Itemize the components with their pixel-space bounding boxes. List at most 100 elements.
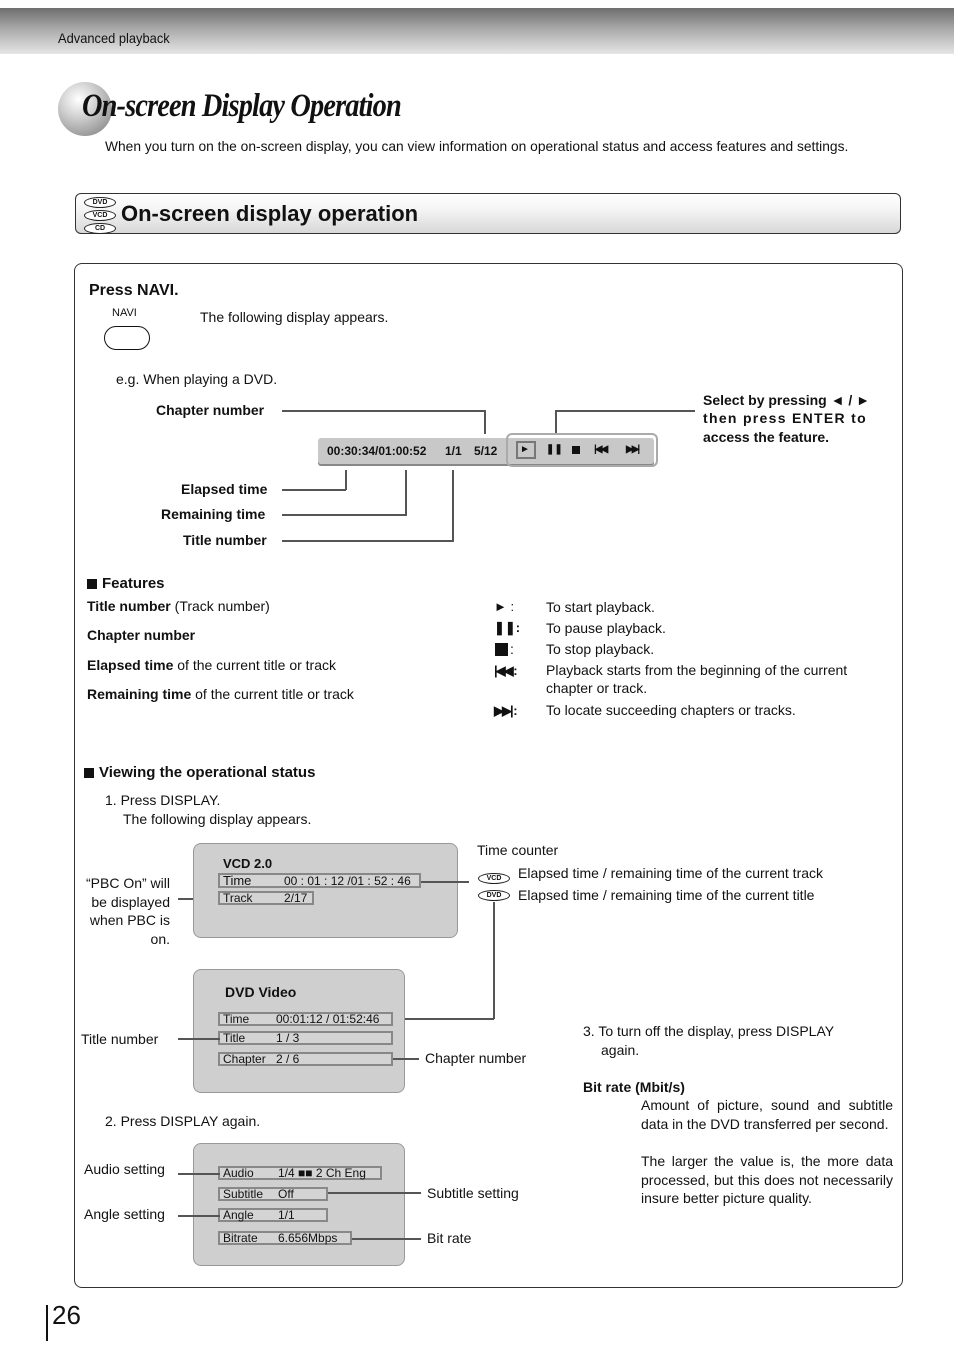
field-label: Subtitle bbox=[223, 1187, 264, 1201]
features-heading: Features bbox=[87, 575, 165, 592]
osd-time: 00:30:34/01:00:52 bbox=[327, 444, 427, 458]
feature-item-rest: of the current title or track bbox=[173, 657, 336, 673]
field-label: Title bbox=[223, 1031, 246, 1045]
bitrate-field: Bitrate 6.656Mbps bbox=[218, 1231, 352, 1245]
callout-select-line2: then press ENTER to bbox=[703, 410, 867, 426]
field-value: 6.656Mbps bbox=[278, 1231, 338, 1245]
osd-title: 1/1 bbox=[445, 444, 462, 458]
osd-chapter: 5/12 bbox=[474, 444, 498, 458]
callout-remaining-time: Remaining time bbox=[161, 506, 266, 522]
status-heading: Viewing the operational status bbox=[84, 764, 315, 781]
bitrate-callout: Bit rate bbox=[427, 1230, 472, 1246]
vcd-time-field: Time 00 : 01 : 12 /01 : 52 : 46 bbox=[218, 873, 421, 888]
field-label: Bitrate bbox=[223, 1231, 258, 1245]
time-counter-label: Time counter bbox=[477, 842, 559, 858]
subtitle-setting-callout: Subtitle setting bbox=[427, 1185, 519, 1201]
callout-select-line1: Select by pressing ◄ / ► bbox=[703, 392, 870, 408]
angle-setting-callout: Angle setting bbox=[84, 1206, 165, 1222]
status-step3: 3. To turn off the display, press DISPLA… bbox=[583, 1023, 835, 1039]
field-label: Angle bbox=[223, 1208, 254, 1222]
field-value: 1/4 ■■ 2 Ch Eng bbox=[278, 1166, 366, 1180]
field-label: Track bbox=[223, 891, 253, 905]
feature-item: Title number (Track number) bbox=[87, 598, 270, 614]
settings-osd-panel bbox=[193, 1143, 405, 1266]
callout-select-line3: access the feature. bbox=[703, 429, 830, 445]
title-number-callout: Title number bbox=[81, 1031, 159, 1047]
page-number: 26 bbox=[52, 1300, 81, 1330]
dvd-badge-icon: DVD bbox=[478, 890, 510, 901]
audio-setting-callout: Audio setting bbox=[84, 1161, 165, 1177]
feature-item-rest: (Track number) bbox=[170, 598, 270, 614]
control-desc: To pause playback. bbox=[546, 620, 666, 636]
audio-field: Audio 1/4 ■■ 2 Ch Eng bbox=[218, 1166, 382, 1180]
dvd-title-field: Title 1 / 3 bbox=[218, 1031, 393, 1045]
skip-forward-icon[interactable]: ▶▶| bbox=[626, 444, 640, 455]
feature-item: Remaining time of the current title or t… bbox=[87, 686, 354, 702]
page-number-rule bbox=[46, 1305, 48, 1341]
cd-badge-icon: CD bbox=[84, 223, 116, 234]
chapter-number-callout: Chapter number bbox=[425, 1050, 527, 1066]
bitrate-para1: Amount of picture, sound and subtitle da… bbox=[641, 1097, 893, 1132]
field-value: 00:01:12 / 01:52:46 bbox=[276, 1012, 380, 1026]
callout-chapter-number: Chapter number bbox=[156, 402, 265, 418]
pbc-note-line: on. bbox=[150, 930, 170, 947]
skip-back-icon: |◀◀ : bbox=[494, 663, 518, 678]
pbc-note-line: “PBC On” will bbox=[85, 875, 170, 891]
field-label: Time bbox=[223, 1012, 250, 1026]
field-label: Time bbox=[223, 873, 252, 888]
status-step1: 1. Press DISPLAY. bbox=[105, 792, 221, 808]
callout-title-number: Title number bbox=[183, 532, 267, 548]
field-label: Audio bbox=[223, 1166, 254, 1180]
feature-item: Elapsed time of the current title or tra… bbox=[87, 657, 336, 673]
stop-icon[interactable] bbox=[572, 446, 580, 454]
bitrate-heading: Bit rate (Mbit/s) bbox=[583, 1079, 685, 1095]
field-value: 2 / 6 bbox=[276, 1052, 300, 1066]
field-value: 2/17 bbox=[284, 891, 308, 905]
field-value: 1 / 3 bbox=[276, 1031, 300, 1045]
field-value: Off bbox=[278, 1187, 294, 1201]
dvd-chapter-field: Chapter 2 / 6 bbox=[218, 1052, 393, 1066]
status-heading-text: Viewing the operational status bbox=[99, 764, 316, 781]
feature-item-bold: Elapsed time bbox=[87, 657, 174, 673]
pbc-note-line: when PBC is bbox=[89, 912, 170, 928]
subtitle-field: Subtitle Off bbox=[218, 1187, 328, 1201]
status-step2: 2. Press DISPLAY again. bbox=[105, 1113, 261, 1129]
control-desc-cont: chapter or track. bbox=[546, 680, 648, 696]
dvd-panel-title: DVD Video bbox=[225, 984, 297, 1000]
feature-item-bold: Remaining time bbox=[87, 686, 192, 702]
intro-text: When you turn on the on-screen display, … bbox=[105, 138, 849, 154]
angle-field: Angle 1/1 bbox=[218, 1208, 328, 1222]
navi-button-icon bbox=[104, 326, 150, 350]
navi-step-title: Press NAVI. bbox=[89, 282, 179, 299]
pause-icon[interactable]: ❚❚ bbox=[546, 444, 563, 455]
features-heading-text: Features bbox=[102, 575, 165, 592]
dvd-badge-icon: DVD bbox=[84, 197, 116, 208]
field-label: Chapter bbox=[223, 1052, 266, 1066]
status-step1-sub: The following display appears. bbox=[123, 811, 312, 827]
field-value: 1/1 bbox=[278, 1208, 295, 1222]
dvd-time-field: Time 00:01:12 / 01:52:46 bbox=[218, 1012, 393, 1026]
pbc-note: “PBC On” will be displayed when PBC is o… bbox=[70, 874, 170, 948]
page-title: On-screen Display Operation bbox=[82, 88, 402, 124]
section-title: On-screen display operation bbox=[121, 201, 419, 226]
pause-icon: ❚❚: bbox=[494, 620, 521, 635]
field-value: 00 : 01 : 12 /01 : 52 : 46 bbox=[284, 874, 411, 888]
skip-forward-icon: ▶▶| : bbox=[494, 703, 518, 718]
feature-item-bold: Chapter number bbox=[87, 627, 196, 643]
control-desc: To start playback. bbox=[546, 599, 655, 615]
status-step3-cont: again. bbox=[601, 1042, 640, 1058]
play-icon: ► : bbox=[494, 599, 515, 614]
control-desc: To stop playback. bbox=[546, 641, 655, 657]
vcd-badge-icon: VCD bbox=[84, 210, 116, 221]
vcd-track-field: Track 2/17 bbox=[218, 891, 314, 905]
dvd-time-desc: Elapsed time / remaining time of the cur… bbox=[518, 887, 815, 903]
vcd-panel-title: VCD 2.0 bbox=[223, 856, 273, 871]
navi-description: The following display appears. bbox=[200, 309, 389, 325]
navi-button-label: NAVI bbox=[112, 307, 137, 319]
play-icon[interactable]: ► bbox=[520, 444, 530, 455]
callout-elapsed-time: Elapsed time bbox=[181, 481, 268, 497]
vcd-time-desc: Elapsed time / remaining time of the cur… bbox=[518, 865, 824, 881]
control-desc: To locate succeeding chapters or tracks. bbox=[546, 702, 796, 718]
feature-item: Chapter number bbox=[87, 627, 195, 643]
skip-back-icon[interactable]: |◀◀ bbox=[594, 444, 608, 455]
